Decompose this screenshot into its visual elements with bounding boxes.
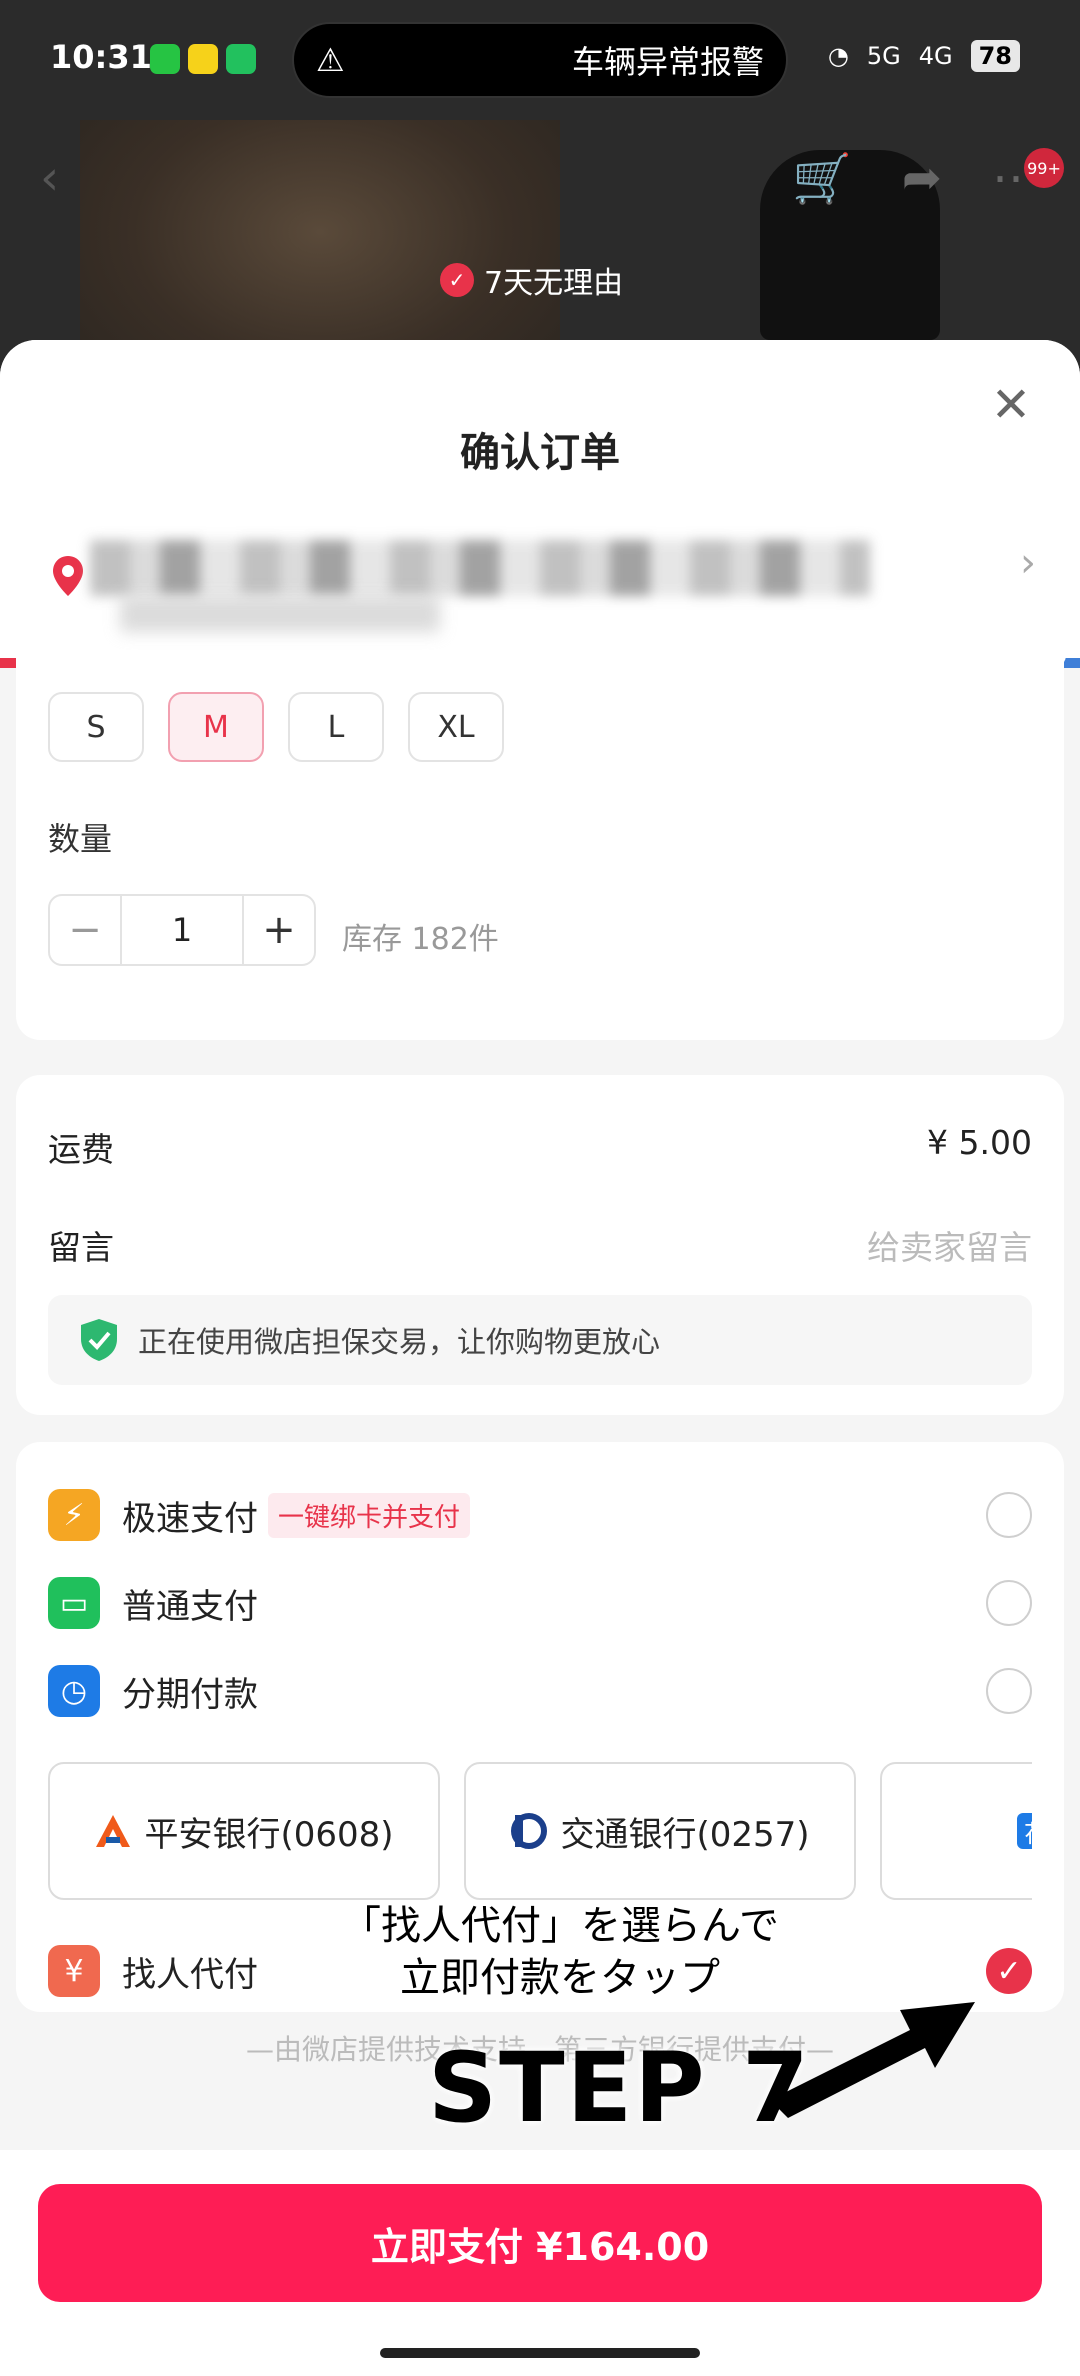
shipping-card: 运费 ¥ 5.00 留言 给卖家留言 正在使用微店担保交易，让你购物更放心 bbox=[16, 1075, 1064, 1415]
message-label: 留言 bbox=[48, 1228, 114, 1267]
app-icon bbox=[188, 44, 218, 74]
stock-count: 库存 182件 bbox=[342, 922, 499, 957]
payment-option-express[interactable]: ⚡ 极速支付 一键绑卡并支付 bbox=[48, 1480, 1032, 1550]
quantity-stepper: − 1 + bbox=[48, 894, 316, 966]
size-option-xl[interactable]: XL bbox=[408, 692, 504, 762]
decrement-button[interactable]: − bbox=[50, 896, 120, 964]
recipient-redacted bbox=[120, 596, 440, 632]
tech-support-note: —由微店提供技术支持，第三方银行提供支付— bbox=[245, 2033, 834, 2066]
quantity-value[interactable]: 1 bbox=[120, 896, 244, 964]
pingan-logo-icon bbox=[96, 1815, 131, 1847]
bank-card-bocom[interactable]: 交通银行(0257) bbox=[464, 1762, 856, 1900]
pay-now-button[interactable]: 立即支付 ¥164.00 bbox=[38, 2184, 1042, 2302]
bank-card-carousel: 平安银行(0608) 交通银行(0257) 花 微店 bbox=[48, 1762, 1032, 1902]
clock: 10:31 bbox=[50, 38, 152, 76]
payment-label: 极速支付 bbox=[122, 1498, 258, 1539]
warning-icon: ⚠ bbox=[316, 41, 345, 79]
increment-button[interactable]: + bbox=[244, 896, 314, 964]
shipping-fee-label: 运费 bbox=[48, 1130, 114, 1169]
bank-card-pingan[interactable]: 平安银行(0608) bbox=[48, 1762, 440, 1900]
battery-level: 78 bbox=[970, 40, 1020, 72]
size-option-m[interactable]: M bbox=[168, 692, 264, 762]
radio-button[interactable] bbox=[986, 1492, 1032, 1538]
alert-text: 车辆异常报警 bbox=[571, 43, 764, 81]
bocom-logo-icon bbox=[511, 1813, 548, 1849]
signal-4g-label: 4G bbox=[918, 42, 953, 70]
page-title: 确认订单 bbox=[460, 430, 620, 476]
radio-button[interactable] bbox=[986, 1668, 1032, 1714]
message-input[interactable]: 给卖家留言 bbox=[867, 1221, 1032, 1269]
return-policy-label: 7天无理由 bbox=[484, 266, 624, 301]
top-actions: 🛒 ➦ ⋯ bbox=[792, 150, 1040, 207]
promo-tag: 一键绑卡并支付 bbox=[268, 1492, 471, 1538]
chevron-right-icon: › bbox=[1020, 540, 1036, 586]
shipping-fee-value: ¥ 5.00 bbox=[927, 1123, 1032, 1162]
size-options: S M L XL bbox=[48, 692, 504, 762]
guarantee-banner: 正在使用微店担保交易，让你购物更放心 bbox=[48, 1295, 1032, 1385]
shield-check-icon bbox=[81, 1319, 117, 1361]
dynamic-island-alert[interactable]: ⚠ 车辆异常报警 bbox=[292, 22, 788, 98]
spec-card: S M L XL 数量 − 1 + 库存 182件 bbox=[16, 650, 1064, 1040]
radio-button-checked[interactable]: ✓ bbox=[986, 1948, 1032, 1994]
payment-label: 找人代付 bbox=[122, 1954, 258, 1995]
address-redacted bbox=[90, 540, 870, 596]
share-icon: ➦ bbox=[901, 150, 942, 206]
bank-label: 平安银行(0608) bbox=[144, 1814, 394, 1855]
guarantee-text: 正在使用微店担保交易，让你购物更放心 bbox=[138, 1325, 661, 1359]
size-option-s[interactable]: S bbox=[48, 692, 144, 762]
status-bar: 10:31 ⚠ 车辆异常报警 ◔ 5G 4G 78 bbox=[0, 0, 1080, 120]
notification-icons bbox=[150, 44, 256, 74]
payment-option-installment[interactable]: ◷ 分期付款 bbox=[48, 1656, 1032, 1726]
payment-card: ⚡ 极速支付 一键绑卡并支付 ▭ 普通支付 ◷ 分期付款 平安银行(0608) bbox=[16, 1442, 1064, 2012]
payment-label: 普通支付 bbox=[122, 1586, 258, 1627]
payment-option-friend-pay[interactable]: ¥ 找人代付 ✓ bbox=[48, 1936, 1032, 2006]
message-icon bbox=[226, 44, 256, 74]
sheet-header: 确认订单 ✕ › bbox=[0, 340, 1080, 660]
wallet-icon: ▭ bbox=[48, 1577, 100, 1629]
huabei-icon: 花 bbox=[1017, 1813, 1032, 1849]
bank-card-weidian[interactable]: 花 微店 bbox=[880, 1762, 1032, 1900]
shield-check-icon: ✓ bbox=[440, 263, 474, 297]
lightning-icon: ⚡ bbox=[48, 1489, 100, 1541]
system-indicators: ◔ 5G 4G 78 bbox=[828, 40, 1020, 72]
radio-button[interactable] bbox=[986, 1580, 1032, 1626]
bank-label: 交通银行(0257) bbox=[560, 1814, 810, 1855]
size-option-l[interactable]: L bbox=[288, 692, 384, 762]
payment-option-normal[interactable]: ▭ 普通支付 bbox=[48, 1568, 1032, 1638]
quantity-label: 数量 bbox=[48, 820, 113, 858]
return-policy-badge: ✓ 7天无理由 bbox=[440, 258, 623, 302]
close-icon[interactable]: ✕ bbox=[986, 380, 1036, 430]
signal-5g-label: 5G bbox=[866, 42, 901, 70]
wechat-icon bbox=[150, 44, 180, 74]
installment-icon: ◷ bbox=[48, 1665, 100, 1717]
friend-pay-icon: ¥ bbox=[48, 1945, 100, 1997]
address-row[interactable]: › bbox=[0, 500, 1080, 640]
bottom-bar: 立即支付 ¥164.00 bbox=[0, 2150, 1080, 2376]
cart-icon: 🛒 bbox=[792, 151, 852, 207]
payment-label: 分期付款 bbox=[122, 1674, 258, 1715]
confirm-order-sheet: 确认订单 ✕ › S M L XL 数量 − 1 + 库存 182件 运费 ¥ … bbox=[0, 340, 1080, 2376]
wifi-icon: ◔ bbox=[827, 42, 849, 70]
location-pin-icon bbox=[53, 556, 83, 596]
cart-count-badge: 99+ bbox=[1024, 148, 1064, 188]
home-indicator bbox=[380, 2348, 700, 2358]
back-icon: ‹ bbox=[40, 150, 60, 206]
